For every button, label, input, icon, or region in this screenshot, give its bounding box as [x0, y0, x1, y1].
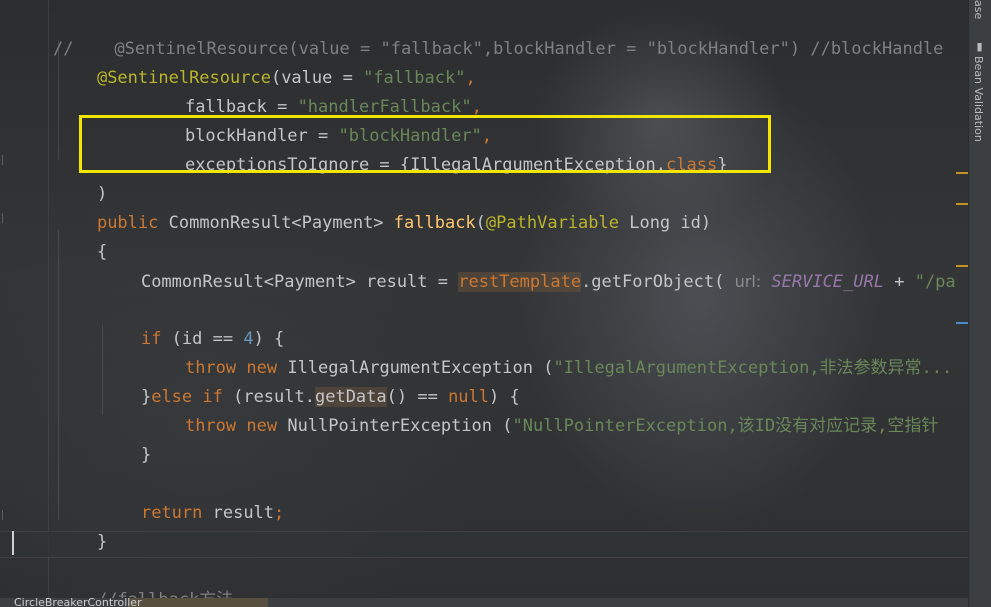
field-token: restTemplate	[458, 272, 582, 292]
text-caret	[12, 531, 14, 555]
code-line-1[interactable]: // @SentinelResource(value = "fallback",…	[12, 6, 943, 59]
bean-validation-tab[interactable]: Bean Validation	[972, 56, 985, 142]
code-token: Long id)	[618, 213, 712, 233]
breadcrumb-accent	[128, 598, 268, 607]
keyword-token: throw	[184, 416, 237, 436]
code-line-17[interactable]: //fallback方法	[56, 557, 233, 598]
fold-marker[interactable]	[2, 155, 8, 165]
code-token: (	[475, 213, 486, 233]
code-line-9[interactable]: CommonResult<Payment> result = restTempl…	[100, 238, 956, 292]
keyword-token: return	[140, 503, 203, 523]
code-token: CommonResult<Payment>	[158, 213, 394, 233]
method-name-token: fallback	[393, 213, 476, 233]
database-tool-tab[interactable]: ase	[972, 0, 985, 19]
breadcrumb-class-name[interactable]: CircleBreakerController	[14, 598, 142, 607]
code-line-7[interactable]: public CommonResult<Payment> fallback(@P…	[56, 180, 711, 233]
keyword-token: new	[236, 416, 278, 436]
code-line-10[interactable]: if (id == 4) {	[100, 296, 284, 349]
code-line-8[interactable]: {	[56, 209, 107, 262]
code-token: ;	[274, 503, 285, 523]
code-line-14[interactable]: }	[100, 412, 151, 465]
code-token: NullPointerException (	[277, 416, 513, 436]
bean-validation-icon[interactable]: ▮	[973, 40, 986, 53]
string-token: "IllegalArgumentException,非法参数异常...	[553, 358, 953, 378]
fold-marker[interactable]	[2, 213, 8, 223]
scroll-marker[interactable]	[956, 265, 968, 267]
code-editor[interactable]: // @SentinelResource(value = "fallback",…	[0, 0, 968, 598]
code-line-3[interactable]: fallback = "handlerFallback",	[144, 64, 482, 117]
code-line-13[interactable]: throw new NullPointerException ("NullPoi…	[144, 383, 938, 436]
code-token: result	[202, 503, 275, 523]
code-token: +	[883, 272, 915, 292]
constant-token: SERVICE_URL	[761, 272, 884, 292]
scroll-marker[interactable]	[956, 172, 968, 174]
string-token: "NullPointerException,该ID没有对应记录,空指针	[512, 416, 939, 436]
code-token: }	[96, 532, 108, 552]
scroll-marker[interactable]	[956, 203, 968, 205]
current-line-highlight	[0, 531, 968, 558]
code-line-16[interactable]: }	[56, 499, 107, 552]
code-line-15[interactable]: return result;	[100, 470, 284, 523]
parameter-hint: url:	[734, 272, 762, 291]
code-line-12[interactable]: }else if (result.getData() == null) {	[100, 354, 520, 407]
gutter-divider	[48, 0, 49, 598]
comment-token: //fallback方法	[97, 590, 233, 598]
fold-marker[interactable]	[2, 510, 8, 520]
code-line-2[interactable]: @SentinelResource(value = "fallback",	[56, 35, 476, 88]
code-token: }	[140, 445, 152, 465]
scroll-marker[interactable]	[956, 322, 968, 324]
code-line-11[interactable]: throw new IllegalArgumentException ("Ill…	[144, 325, 952, 378]
code-token: .getForObject(	[581, 272, 735, 292]
code-token: CommonResult<Payment> result =	[140, 272, 459, 292]
editor-breadcrumb-bar: CircleBreakerController	[0, 598, 968, 607]
annotation-token: @PathVariable	[485, 213, 619, 233]
right-tool-window-strip: ase ▮ Bean Validation	[968, 0, 991, 607]
string-token: "/pa	[914, 272, 956, 292]
annotation-highlight-box	[79, 115, 771, 173]
